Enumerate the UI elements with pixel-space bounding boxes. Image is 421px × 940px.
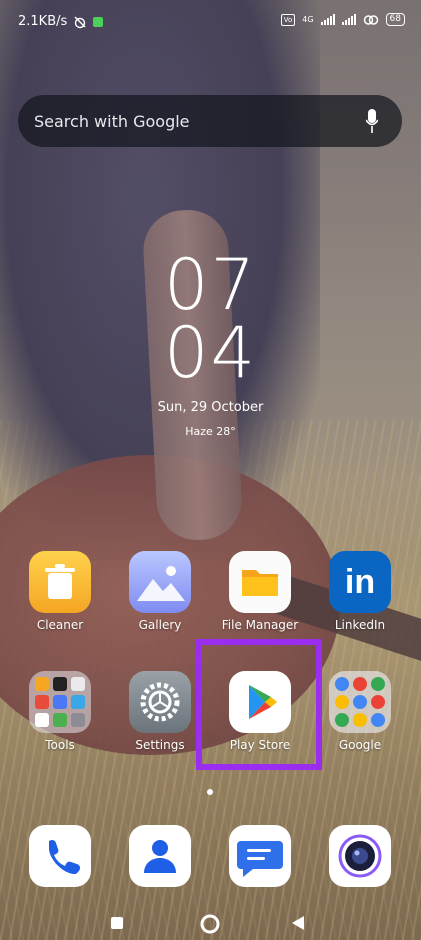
hotspot-link-icon	[363, 14, 378, 25]
gallery-icon	[129, 551, 191, 613]
linkedin-icon: in	[329, 551, 391, 613]
signal-4g: 4G	[302, 14, 314, 24]
status-left: 2.1KB/s	[18, 14, 104, 29]
folder-google-icon	[329, 671, 391, 733]
back-triangle-icon[interactable]	[290, 915, 306, 931]
highlight-box	[196, 639, 322, 770]
app-label: Cleaner	[36, 618, 84, 632]
folder-google[interactable]: Google	[315, 671, 405, 752]
signal-bars-icon	[320, 14, 335, 25]
app-label: Gallery	[138, 618, 182, 632]
recents-square-icon[interactable]	[110, 916, 124, 930]
app-gallery[interactable]: Gallery	[115, 551, 205, 632]
navigation-bar	[0, 898, 421, 940]
home-circle-icon[interactable]	[199, 913, 221, 935]
folder-tools-icon	[29, 671, 91, 733]
app-linkedin[interactable]: in LinkedIn	[315, 551, 405, 632]
app-cleaner[interactable]: Cleaner	[15, 551, 105, 632]
google-search-bar[interactable]: Search with Google	[18, 95, 402, 147]
status-right: Vo 4G 68	[280, 13, 405, 26]
app-label: Settings	[135, 738, 185, 752]
app-settings[interactable]: Settings	[115, 671, 205, 752]
microphone-icon[interactable]	[366, 109, 378, 133]
gear-icon	[129, 671, 191, 733]
alarm-off-icon	[74, 16, 86, 28]
app-file-manager[interactable]: File Manager	[215, 551, 305, 632]
dock-messages[interactable]	[215, 825, 305, 887]
signal-bars-2-icon	[341, 14, 356, 25]
folder-tools[interactable]: Tools	[15, 671, 105, 752]
clock-hours[interactable]: 07	[0, 250, 421, 320]
messages-icon	[229, 825, 291, 887]
notification-app-icon	[93, 16, 104, 27]
app-label: Google	[338, 738, 382, 752]
trash-icon	[29, 551, 91, 613]
date-text[interactable]: Sun, 29 October	[0, 400, 421, 415]
folder-icon	[229, 551, 291, 613]
app-label: Tools	[45, 738, 75, 752]
status-bar: 2.1KB/s Vo 4G 68	[0, 0, 421, 44]
contacts-icon	[129, 825, 191, 887]
dock-contacts[interactable]	[115, 825, 205, 887]
camera-icon	[329, 825, 391, 887]
search-placeholder: Search with Google	[34, 111, 190, 131]
network-type: 4G	[302, 14, 314, 24]
clock-minutes[interactable]: 04	[0, 318, 421, 388]
dock-camera[interactable]	[315, 825, 405, 887]
battery-icon: 68	[385, 13, 405, 26]
network-speed: 2.1KB/s	[18, 14, 68, 29]
app-label: File Manager	[221, 618, 299, 632]
page-indicator	[207, 789, 213, 795]
dock-phone[interactable]	[15, 825, 105, 887]
phone-icon	[29, 825, 91, 887]
volte-icon: Vo	[280, 13, 296, 26]
app-label: LinkedIn	[334, 618, 386, 632]
weather-text[interactable]: Haze 28°	[0, 425, 421, 438]
